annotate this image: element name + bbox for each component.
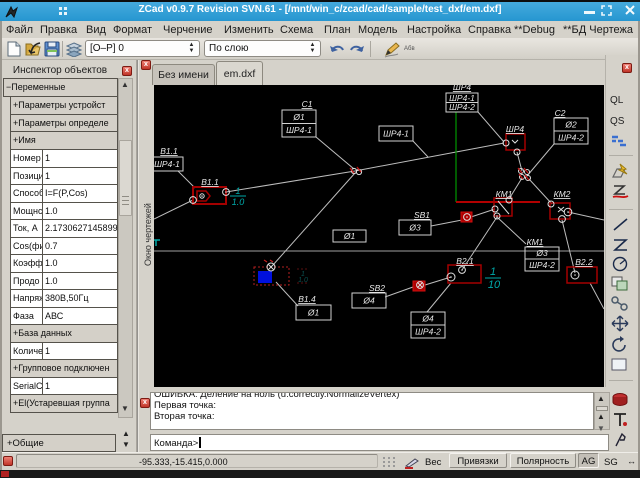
svg-text:В1.1: В1.1 xyxy=(201,177,219,187)
svg-text:Ø3: Ø3 xyxy=(535,248,548,258)
svg-text:Ø4: Ø4 xyxy=(362,296,375,306)
svg-text:Ø1: Ø1 xyxy=(307,308,320,318)
svg-text:ШР4-1: ШР4-1 xyxy=(286,125,312,135)
svg-text:ШР4-1: ШР4-1 xyxy=(154,159,180,169)
svg-text:C1: C1 xyxy=(302,99,313,109)
svg-text:10: 10 xyxy=(488,279,501,291)
svg-text:В1.1: В1.1 xyxy=(160,146,178,156)
svg-text:ШР4-2: ШР4-2 xyxy=(529,260,555,270)
svg-text:Ø3: Ø3 xyxy=(408,223,421,233)
svg-text:ШР4-2: ШР4-2 xyxy=(415,327,441,337)
svg-text:1: 1 xyxy=(235,186,240,196)
svg-text:ШР4: ШР4 xyxy=(453,85,471,92)
svg-text:КМ1: КМ1 xyxy=(496,189,513,199)
svg-text:Ø2: Ø2 xyxy=(564,120,577,130)
svg-text:SВ2: SВ2 xyxy=(369,283,385,293)
svg-text:В2.2: В2.2 xyxy=(575,257,593,267)
svg-text:КМ1: КМ1 xyxy=(527,237,544,247)
svg-text:1: 1 xyxy=(490,266,496,278)
svg-text:SВ1: SВ1 xyxy=(414,210,430,220)
svg-text:Ø1: Ø1 xyxy=(343,231,356,241)
svg-text:ШР4-2: ШР4-2 xyxy=(449,102,475,112)
svg-text:С2: С2 xyxy=(555,108,566,118)
svg-text:В2.1: В2.1 xyxy=(456,256,474,266)
svg-text:В1.4: В1.4 xyxy=(298,294,316,304)
svg-text:Ø4: Ø4 xyxy=(421,314,434,324)
svg-text:ШР4: ШР4 xyxy=(506,124,524,134)
svg-text:ШР4-2: ШР4-2 xyxy=(558,133,584,143)
svg-text:1.0: 1.0 xyxy=(298,277,308,284)
svg-text:1.0: 1.0 xyxy=(232,197,245,207)
svg-text:Ø1: Ø1 xyxy=(292,112,305,122)
svg-text:КМ2: КМ2 xyxy=(554,189,571,199)
svg-text:ШР4-1: ШР4-1 xyxy=(383,129,409,139)
